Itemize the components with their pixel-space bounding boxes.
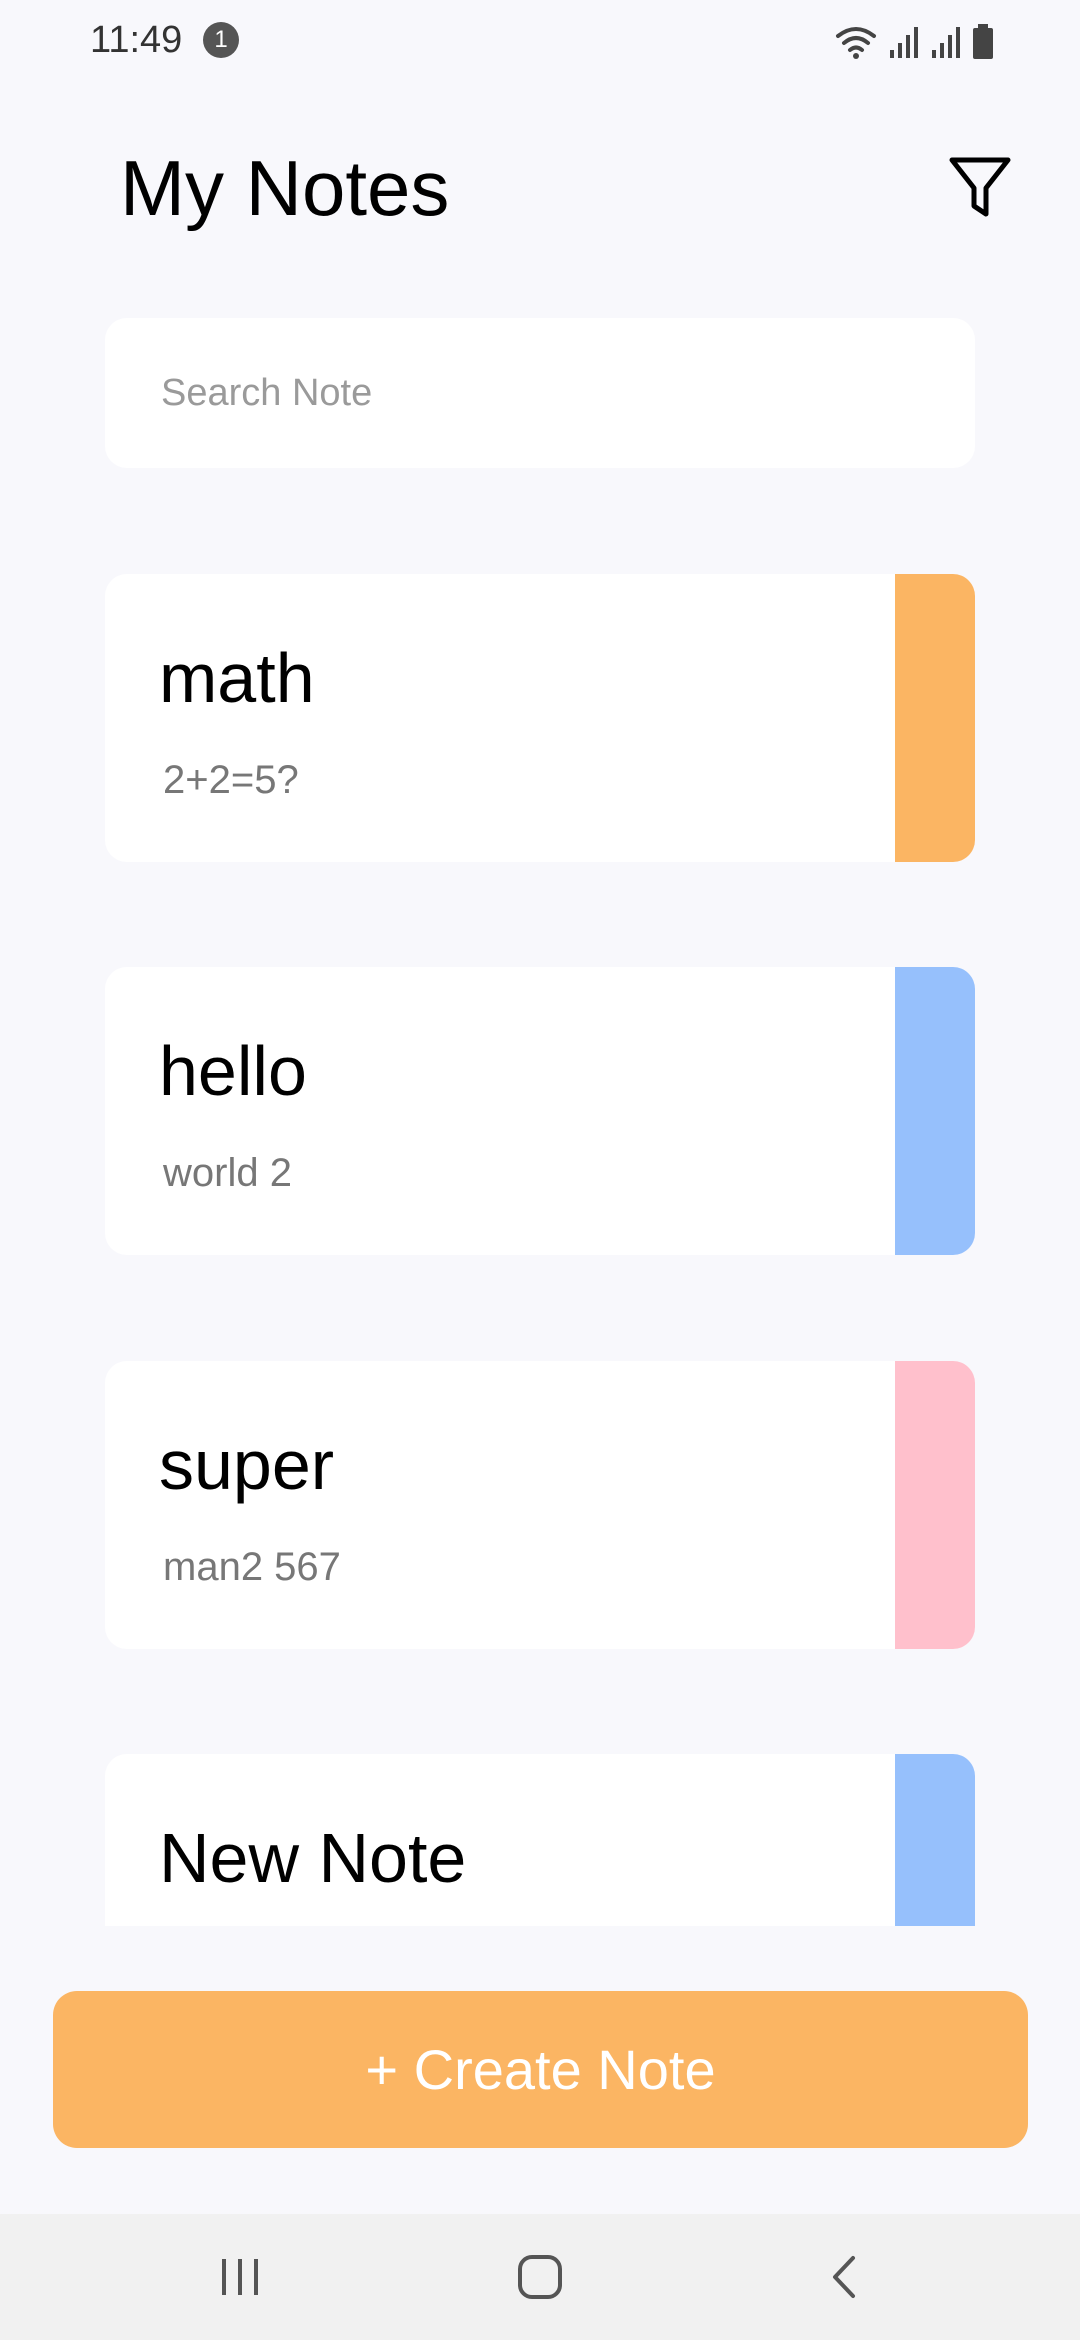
filter-button[interactable] [940, 148, 1020, 228]
note-color-stripe [895, 1361, 975, 1649]
search-box[interactable] [105, 318, 975, 468]
note-card[interactable]: super man2 567 [105, 1361, 975, 1649]
note-card[interactable]: hello world 2 [105, 967, 975, 1255]
signal-icon [890, 27, 918, 58]
search-input[interactable] [159, 370, 943, 416]
note-body: world 2 [163, 1151, 292, 1195]
note-body: 2+2=5? [163, 758, 299, 802]
status-time: 11:49 [90, 19, 183, 61]
note-title: super [159, 1426, 335, 1504]
note-body: man2 567 [163, 1545, 341, 1589]
status-icons [834, 20, 994, 60]
page-title: My Notes [120, 144, 450, 232]
notification-badge: 1 [203, 22, 239, 58]
note-title: New Note [159, 1819, 467, 1897]
back-button[interactable] [784, 2214, 904, 2340]
home-icon [518, 2255, 562, 2299]
battery-icon [973, 24, 993, 59]
note-card[interactable]: math 2+2=5? [105, 574, 975, 862]
signal-icon [932, 27, 960, 58]
notes-list[interactable]: math 2+2=5? hello world 2 super man2 567… [105, 574, 975, 1926]
wifi-icon [836, 27, 876, 59]
status-bar: 11:49 1 [0, 0, 1080, 80]
recent-apps-icon [222, 2259, 258, 2295]
note-color-stripe [895, 967, 975, 1255]
note-title: math [159, 639, 315, 717]
back-icon [833, 2256, 855, 2298]
note-title: hello [159, 1032, 307, 1110]
nav-bar [0, 2214, 1080, 2340]
note-color-stripe [895, 1754, 975, 1926]
home-button[interactable] [480, 2214, 600, 2340]
filter-icon [949, 157, 1011, 217]
create-note-button[interactable]: + Create Note [53, 1991, 1028, 2148]
screen: 11:49 1 My Notes Search Note math 2+2=5?… [0, 0, 1080, 2340]
note-card[interactable]: New Note [105, 1754, 975, 1926]
recent-apps-button[interactable] [180, 2214, 300, 2340]
note-color-stripe [895, 574, 975, 862]
